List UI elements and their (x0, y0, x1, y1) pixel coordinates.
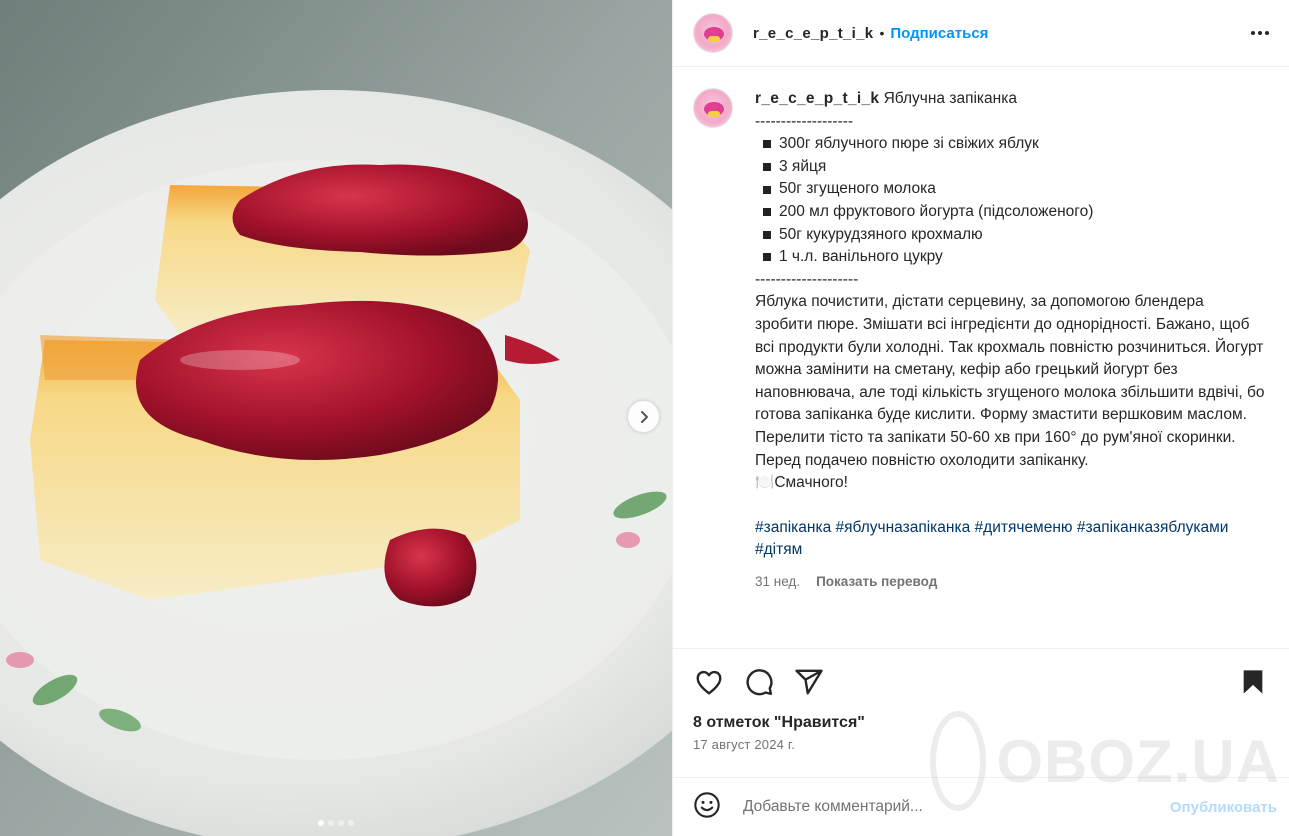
separator-dot: • (879, 25, 885, 41)
list-item: 1 ч.л. ванільного цукру (755, 246, 1265, 269)
post-media[interactable] (0, 0, 672, 836)
post-header: r_e_c_e_p_t_i_k • Подписаться (673, 0, 1289, 67)
like-button[interactable] (693, 666, 725, 698)
comment-form: Опубликовать (673, 777, 1289, 836)
carousel-next-button[interactable] (628, 401, 659, 432)
username-link[interactable]: r_e_c_e_p_t_i_k (753, 25, 873, 42)
cheesecake-photo (0, 0, 672, 836)
share-button[interactable] (793, 666, 825, 698)
post-actions: 8 отметок "Нравится" 17 август 2024 г. (673, 648, 1289, 752)
instructions-text: Яблука почистити, дістати серцевину, за … (755, 293, 1265, 469)
caption-meta: 31 нед. Показать перевод (755, 571, 1265, 594)
recipe-title: Яблучна запіканка (883, 90, 1017, 107)
chevron-right-icon (640, 410, 648, 423)
list-item: 200 мл фруктового йогурта (підсоложеного… (755, 201, 1265, 224)
hashtags: #запіканка #яблучназапіканка #дитячеменю… (755, 517, 1265, 562)
comment-icon (746, 669, 773, 696)
save-button[interactable] (1237, 666, 1269, 698)
more-options-icon[interactable] (1251, 23, 1269, 43)
caption-username[interactable]: r_e_c_e_p_t_i_k (755, 90, 879, 107)
carousel-dot (328, 820, 334, 826)
follow-button[interactable]: Подписаться (890, 25, 988, 42)
avatar[interactable] (693, 13, 733, 53)
carousel-dot (348, 820, 354, 826)
carousel-indicator (0, 820, 672, 826)
plate-emoji-icon: 🍽️ (755, 474, 775, 492)
list-item: 50г кукурудзяного крохмалю (755, 224, 1265, 247)
closing-line: 🍽️Смачного! (755, 474, 848, 492)
post-date: 17 август 2024 г. (693, 737, 796, 752)
comment-input[interactable] (743, 798, 1170, 816)
avatar[interactable] (693, 88, 733, 128)
share-icon (795, 669, 823, 695)
comment-button[interactable] (743, 666, 775, 698)
list-item: 3 яйця (755, 156, 1265, 179)
carousel-dot (338, 820, 344, 826)
instagram-post: r_e_c_e_p_t_i_k • Подписаться r_e_c_e_p_… (0, 0, 1289, 836)
divider-bottom: -------------------- (755, 270, 859, 288)
likes-count[interactable]: 8 отметок "Нравится" (693, 714, 1269, 732)
emoji-picker-button[interactable] (693, 791, 721, 823)
list-item: 50г згущеного молока (755, 178, 1265, 201)
post-age[interactable]: 31 нед. (755, 571, 800, 594)
caption-section: r_e_c_e_p_t_i_k Яблучна запіканка ------… (673, 68, 1289, 648)
translate-button[interactable]: Показать перевод (816, 571, 937, 594)
post-side-panel: r_e_c_e_p_t_i_k • Подписаться r_e_c_e_p_… (672, 0, 1289, 836)
hashtag-link[interactable]: #дитячеменю (975, 519, 1073, 536)
hashtag-link[interactable]: #запіканка (755, 519, 831, 536)
divider-top: ------------------- (755, 112, 854, 130)
heart-icon (696, 670, 722, 695)
publish-button[interactable]: Опубликовать (1170, 799, 1277, 816)
hashtag-link[interactable]: #дітям (755, 541, 802, 558)
list-item: 300г яблучного пюре зі свіжих яблук (755, 133, 1265, 156)
bookmark-icon (1243, 670, 1263, 694)
hashtag-link[interactable]: #яблучназапіканка (836, 519, 971, 536)
hashtag-link[interactable]: #запіканказяблуками (1077, 519, 1229, 536)
caption-text: r_e_c_e_p_t_i_k Яблучна запіканка ------… (755, 88, 1265, 648)
action-icons (693, 665, 1269, 699)
smiley-icon (694, 792, 720, 818)
carousel-dot (318, 820, 324, 826)
ingredients-list: 300г яблучного пюре зі свіжих яблук 3 яй… (755, 133, 1265, 269)
